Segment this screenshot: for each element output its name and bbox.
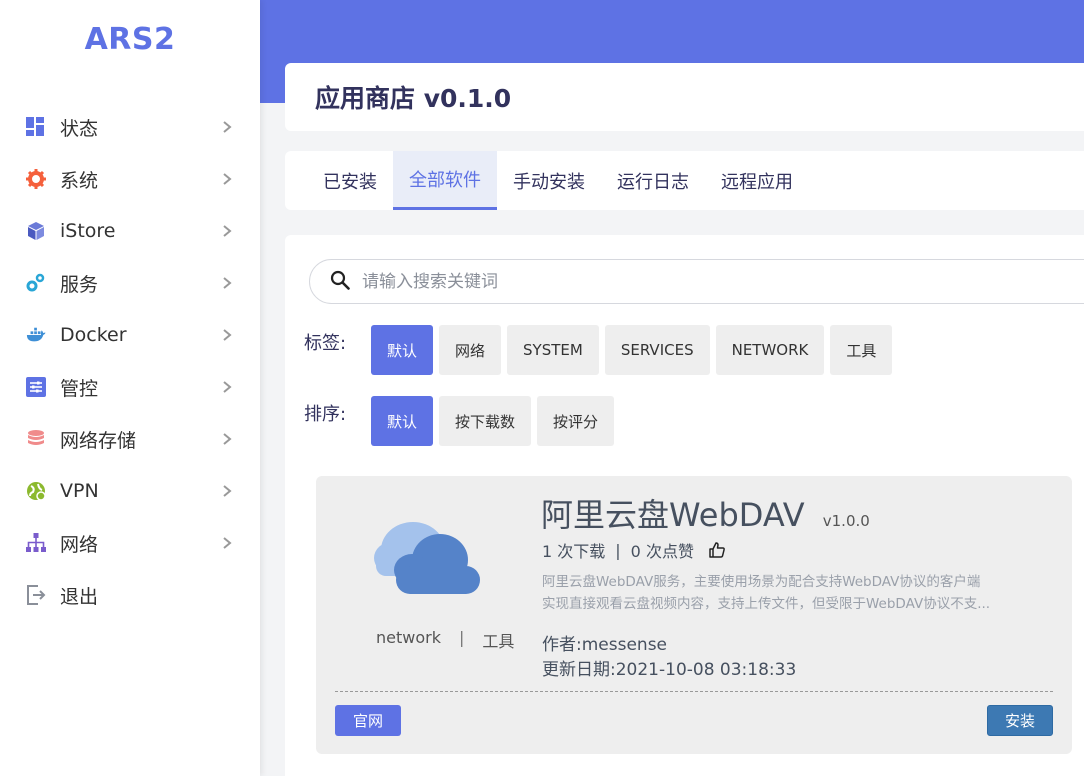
- app-stats: 1 次下载 | 0 次点赞: [542, 538, 726, 562]
- sort-option-downloads[interactable]: 按下载数: [439, 396, 532, 446]
- chevron-right-icon: [220, 276, 234, 290]
- chevron-right-icon: [220, 484, 234, 498]
- app-card: network | 工具 阿里云盘WebDAV v1.0.0 1 次下载 | 0…: [316, 476, 1072, 754]
- sidebar-item-control[interactable]: 管控: [0, 361, 260, 413]
- thumbs-up-icon[interactable]: [708, 541, 726, 559]
- tab-installed[interactable]: 已安装: [307, 151, 393, 210]
- sidebar-item-logout[interactable]: 退出: [0, 569, 260, 621]
- website-button[interactable]: 官网: [335, 705, 402, 736]
- tag-filter-row: 标签: 默认 网络 SYSTEM SERVICES NETWORK 工具: [304, 325, 893, 375]
- tag-option-services[interactable]: SERVICES: [604, 325, 710, 375]
- sidebar-item-istore[interactable]: iStore: [0, 205, 260, 257]
- app-list-card: 标签: 默认 网络 SYSTEM SERVICES NETWORK 工具 排序:…: [285, 235, 1084, 776]
- sidebar-item-label: 系统: [60, 169, 99, 192]
- tag-option-default[interactable]: 默认: [371, 325, 434, 375]
- search-input[interactable]: [362, 271, 962, 292]
- app-description-line: 实现直接观看云盘视频内容，支持上传文件，但受限于WebDAV协议不支...: [542, 596, 991, 612]
- chevron-right-icon: [220, 224, 234, 238]
- chevron-right-icon: [220, 536, 234, 550]
- sort-filter-label: 排序:: [304, 404, 347, 425]
- sort-filter-options: 默认 按下载数 按评分: [371, 396, 615, 446]
- like-count: 0 次点赞: [630, 542, 694, 561]
- search-icon: [330, 270, 350, 294]
- logout-icon: [26, 585, 46, 605]
- search-box: [309, 259, 1084, 304]
- sort-filter-row: 排序: 默认 按下载数 按评分: [304, 396, 615, 446]
- sitemap-icon: [26, 533, 46, 553]
- page-title: 应用商店 v0.1.0: [315, 84, 512, 113]
- sidebar-item-label: 网络存储: [60, 429, 137, 452]
- sort-option-default[interactable]: 默认: [371, 396, 434, 446]
- brand-logo[interactable]: ARS2: [0, 22, 260, 57]
- tag-option-network[interactable]: NETWORK: [715, 325, 825, 375]
- sidebar-item-label: VPN: [60, 480, 99, 502]
- sidebar-nav: 状态 系统 iStore 服务 Docker 管控 网络存储 VPN 网络 退出: [0, 101, 260, 621]
- app-description-line: 阿里云盘WebDAV服务，主要使用场景为配合支持WebDAV协议的客户端: [542, 574, 981, 590]
- gears-icon: [26, 273, 46, 293]
- tab-remote-apps[interactable]: 远程应用: [705, 151, 809, 210]
- sidebar-item-label: 状态: [60, 117, 99, 140]
- tabs-bar: 已安装 全部软件 手动安装 运行日志 远程应用: [285, 151, 1084, 210]
- app-title: 阿里云盘WebDAV v1.0.0: [541, 490, 870, 536]
- stats-separator: |: [615, 540, 621, 560]
- dashboard-icon: [26, 117, 46, 137]
- app-tag[interactable]: 工具: [482, 628, 514, 652]
- chevron-right-icon: [220, 380, 234, 394]
- app-name[interactable]: 阿里云盘WebDAV: [541, 496, 805, 534]
- chevron-right-icon: [220, 432, 234, 446]
- cube-icon: [26, 221, 46, 241]
- install-button[interactable]: 安装: [986, 705, 1053, 736]
- title-card: 应用商店 v0.1.0: [285, 63, 1084, 131]
- cloud-icon: [368, 506, 488, 606]
- tab-logs[interactable]: 运行日志: [601, 151, 705, 210]
- sidebar-item-vpn[interactable]: VPN: [0, 465, 260, 517]
- sidebar-item-services[interactable]: 服务: [0, 257, 260, 309]
- tag-option-tools[interactable]: 工具: [830, 325, 893, 375]
- sidebar-item-network-storage[interactable]: 网络存储: [0, 413, 260, 465]
- download-count: 1 次下载: [542, 542, 606, 561]
- docker-icon: [26, 325, 46, 345]
- sidebar-item-network[interactable]: 网络: [0, 517, 260, 569]
- chevron-right-icon: [220, 120, 234, 134]
- globe-icon: [26, 481, 46, 501]
- tab-manual-install[interactable]: 手动安装: [497, 151, 601, 210]
- sidebar-item-label: iStore: [60, 220, 116, 242]
- sidebar-item-docker[interactable]: Docker: [0, 309, 260, 361]
- tag-filter-options: 默认 网络 SYSTEM SERVICES NETWORK 工具: [371, 325, 893, 375]
- app-author: 作者:messense: [542, 635, 668, 655]
- sidebar: ARS2 状态 系统 iStore 服务 Docker 管控 网络存储 VPN …: [0, 0, 260, 776]
- chevron-right-icon: [220, 172, 234, 186]
- app-updated-date: 更新日期:2021-10-08 03:18:33: [542, 660, 797, 680]
- sidebar-item-label: 网络: [60, 533, 99, 556]
- divider: [335, 691, 1053, 692]
- tag-filter-label: 标签:: [304, 333, 347, 354]
- database-icon: [26, 429, 46, 449]
- tag-option-network-cn[interactable]: 网络: [439, 325, 502, 375]
- app-version: v1.0.0: [822, 512, 870, 530]
- app-tag[interactable]: network: [376, 628, 441, 652]
- sidebar-item-label: 管控: [60, 377, 99, 400]
- app-tags: network | 工具: [376, 628, 514, 652]
- tab-all-software[interactable]: 全部软件: [393, 151, 497, 210]
- sliders-icon: [26, 377, 46, 397]
- app-description: 阿里云盘WebDAV服务，主要使用场景为配合支持WebDAV协议的客户端 实现直…: [542, 571, 1042, 615]
- sidebar-item-system[interactable]: 系统: [0, 153, 260, 205]
- tag-separator: |: [458, 628, 465, 647]
- sidebar-item-label: 服务: [60, 273, 99, 296]
- sort-option-rating[interactable]: 按评分: [537, 396, 615, 446]
- sidebar-item-label: 退出: [60, 585, 99, 608]
- sidebar-item-label: Docker: [60, 324, 127, 346]
- sidebar-item-status[interactable]: 状态: [0, 101, 260, 153]
- tag-option-system[interactable]: SYSTEM: [507, 325, 599, 375]
- gear-icon: [26, 169, 46, 189]
- chevron-right-icon: [220, 328, 234, 342]
